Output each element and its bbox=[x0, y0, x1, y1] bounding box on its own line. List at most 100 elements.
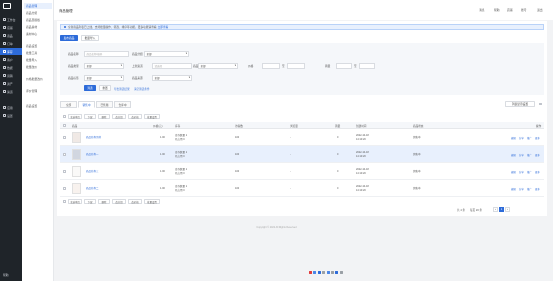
subnav-item-batch-import[interactable]: 批量导入 bbox=[24, 57, 52, 63]
subnav-item-settings[interactable]: 商品设置 bbox=[24, 103, 52, 109]
tab-all[interactable]: 全部 bbox=[60, 101, 77, 108]
row-checkbox[interactable] bbox=[63, 187, 66, 190]
tray-app-icon[interactable] bbox=[330, 271, 334, 274]
subnav-item-price-batch[interactable]: 价格批量改价 bbox=[24, 76, 52, 82]
keyword-input[interactable]: 商品名称/编码 bbox=[84, 51, 129, 57]
group-select[interactable]: 全部 ▾ bbox=[144, 51, 189, 57]
product-thumbnail[interactable] bbox=[72, 166, 81, 177]
batch-import-button[interactable]: 批量导入 bbox=[81, 35, 99, 41]
tray-app-icon[interactable] bbox=[339, 271, 343, 274]
sidebar-item-orders[interactable]: 订单 bbox=[0, 40, 22, 47]
list-display-settings-button[interactable]: 列表显示设置 bbox=[505, 101, 535, 107]
promote-link[interactable]: 推广 bbox=[527, 136, 532, 140]
table-row[interactable]: 商品名称示例 1.00 库存数量 1 已占用 0 100 - 0 2022-10-18 14:1… bbox=[60, 129, 544, 146]
footer-delete-button[interactable]: 删除 bbox=[98, 199, 110, 204]
status-select[interactable]: 全部 ▾ bbox=[198, 63, 238, 69]
bulk-group-button[interactable]: 改分组 bbox=[112, 114, 126, 119]
subnav-item-goods-group[interactable]: 商品分组 bbox=[24, 10, 52, 16]
footer-price-button[interactable]: 改价格 bbox=[128, 199, 142, 204]
product-thumbnail[interactable] bbox=[72, 183, 81, 194]
tray-app-icon[interactable] bbox=[335, 271, 339, 274]
edit-link[interactable]: 编辑 bbox=[511, 187, 516, 191]
sales-min-input[interactable] bbox=[336, 63, 352, 69]
header-link-account[interactable]: 账号 bbox=[521, 8, 527, 12]
clear-filters-link[interactable]: 清空筛选条件 bbox=[134, 87, 150, 91]
promote-link[interactable]: 推广 bbox=[527, 170, 532, 174]
row-checkbox[interactable] bbox=[63, 153, 66, 156]
tray-app-icon[interactable] bbox=[317, 271, 321, 274]
filter-button[interactable]: 筛选 bbox=[84, 85, 96, 91]
table-row[interactable]: 商品名称二 1.00 库存数量 1 已占用 0 100 - 0 2022-10-18 14:10… bbox=[60, 180, 544, 197]
edit-link[interactable]: 编辑 bbox=[511, 170, 516, 174]
table-row[interactable]: 商品名称一 1.00 库存数量 1 已占用 0 100 - 0 2022-10-18 14:10… bbox=[60, 146, 544, 163]
header-checkbox[interactable] bbox=[63, 124, 66, 127]
sidebar-help-link[interactable]: 帮助 bbox=[3, 273, 9, 277]
footer-settings-button[interactable]: 批量设置 bbox=[144, 199, 160, 204]
edit-link[interactable]: 编辑 bbox=[511, 153, 516, 157]
share-link[interactable]: 分享 bbox=[519, 187, 524, 191]
channel-select[interactable]: 请选择 bbox=[152, 63, 192, 69]
select-page-button[interactable]: 全选本页 bbox=[68, 114, 82, 119]
subnav-item-goods-manage[interactable]: 商品管理 bbox=[24, 3, 52, 9]
tray-app-icon[interactable] bbox=[326, 271, 330, 274]
product-name[interactable]: 商品名称三 bbox=[86, 170, 99, 173]
header-link-help[interactable]: 帮助 bbox=[494, 8, 500, 12]
subnav-item-page-template[interactable]: 商品页模板 bbox=[24, 17, 52, 23]
promote-link[interactable]: 推广 bbox=[527, 153, 532, 157]
share-link[interactable]: 分享 bbox=[519, 170, 524, 174]
sidebar-item-settings[interactable]: 设置 bbox=[0, 112, 22, 119]
product-thumbnail[interactable] bbox=[72, 149, 81, 160]
bulk-offshelf-button[interactable]: 下架 bbox=[84, 114, 96, 119]
header-link-messages[interactable]: 消息 bbox=[479, 8, 485, 12]
footer-group-button[interactable]: 改分组 bbox=[112, 199, 126, 204]
export-results-link[interactable]: 导出筛选结果 bbox=[114, 87, 130, 91]
subnav-item-batch-price[interactable]: 批量改价 bbox=[24, 64, 52, 70]
bulk-price-button[interactable]: 改价格 bbox=[128, 114, 142, 119]
more-link[interactable]: 更多 bbox=[535, 153, 540, 157]
table-row[interactable]: 商品名称三 1.00 库存数量 1 已占用 0 100 - 0 2022-10-18 14:10… bbox=[60, 163, 544, 180]
row-checkbox[interactable] bbox=[63, 170, 66, 173]
product-thumbnail[interactable] bbox=[72, 132, 81, 143]
col-created[interactable]: 创建时间 bbox=[356, 124, 366, 128]
subnav-item-materials[interactable]: 商品素材 bbox=[24, 24, 52, 30]
header-link-logout[interactable]: 退出 bbox=[537, 8, 543, 12]
more-link[interactable]: 更多 bbox=[535, 136, 540, 140]
sidebar-item-goods[interactable]: 商品 bbox=[0, 32, 22, 39]
header-link-store[interactable]: 店铺 bbox=[507, 8, 513, 12]
col-visitors[interactable]: 访客数 bbox=[235, 124, 243, 128]
product-name[interactable]: 商品名称二 bbox=[86, 187, 99, 190]
col-views[interactable]: 浏览量 bbox=[290, 124, 298, 128]
subnav-item-reviews[interactable]: 评价管理 bbox=[24, 88, 52, 94]
product-name[interactable]: 商品名称一 bbox=[86, 153, 99, 156]
promote-link[interactable]: 推广 bbox=[527, 187, 532, 191]
col-price[interactable]: 价格(元) bbox=[153, 124, 163, 128]
tab-sold-out[interactable]: 已售罄 bbox=[96, 101, 113, 108]
sidebar-item-channel[interactable]: 渠道 bbox=[0, 88, 22, 95]
tag-select[interactable]: 全部 ▾ bbox=[84, 75, 124, 81]
sidebar-item-store[interactable]: 店铺 bbox=[0, 24, 22, 31]
list-toggle-checkbox[interactable] bbox=[539, 102, 542, 106]
sales-max-input[interactable] bbox=[359, 63, 375, 69]
tab-on-sale[interactable]: 销售中 bbox=[78, 101, 95, 108]
source-select[interactable]: 全部 ▾ bbox=[152, 75, 192, 81]
pagination-page-current[interactable]: 1 bbox=[499, 207, 504, 212]
subnav-item-goods-settings[interactable]: 商品设置 bbox=[24, 43, 52, 49]
notice-link[interactable]: 立即查看 bbox=[158, 25, 169, 29]
sidebar-item-data[interactable]: 数据 bbox=[0, 64, 22, 71]
pagination-per-page[interactable]: 每页 20 条 bbox=[470, 208, 482, 212]
tray-app-icon[interactable] bbox=[322, 271, 326, 274]
col-sales[interactable]: 销量 bbox=[335, 124, 340, 128]
sidebar-item-customers[interactable]: 客户 bbox=[0, 56, 22, 63]
tray-app-icon[interactable] bbox=[309, 271, 312, 274]
sidebar-item-stock[interactable]: 库存 bbox=[0, 48, 22, 55]
tray-app-icon[interactable] bbox=[313, 271, 317, 274]
sidebar-item-marketing[interactable]: 营销 bbox=[0, 72, 22, 79]
edit-link[interactable]: 编辑 bbox=[511, 136, 516, 140]
bulk-settings-button[interactable]: 批量设置 bbox=[144, 114, 160, 119]
more-link[interactable]: 更多 bbox=[535, 187, 540, 191]
product-name[interactable]: 商品名称示例 bbox=[86, 136, 101, 139]
share-link[interactable]: 分享 bbox=[519, 136, 524, 140]
pagination-prev[interactable]: ‹ bbox=[493, 207, 498, 212]
more-link[interactable]: 更多 bbox=[535, 170, 540, 174]
price-max-input[interactable] bbox=[287, 63, 305, 69]
